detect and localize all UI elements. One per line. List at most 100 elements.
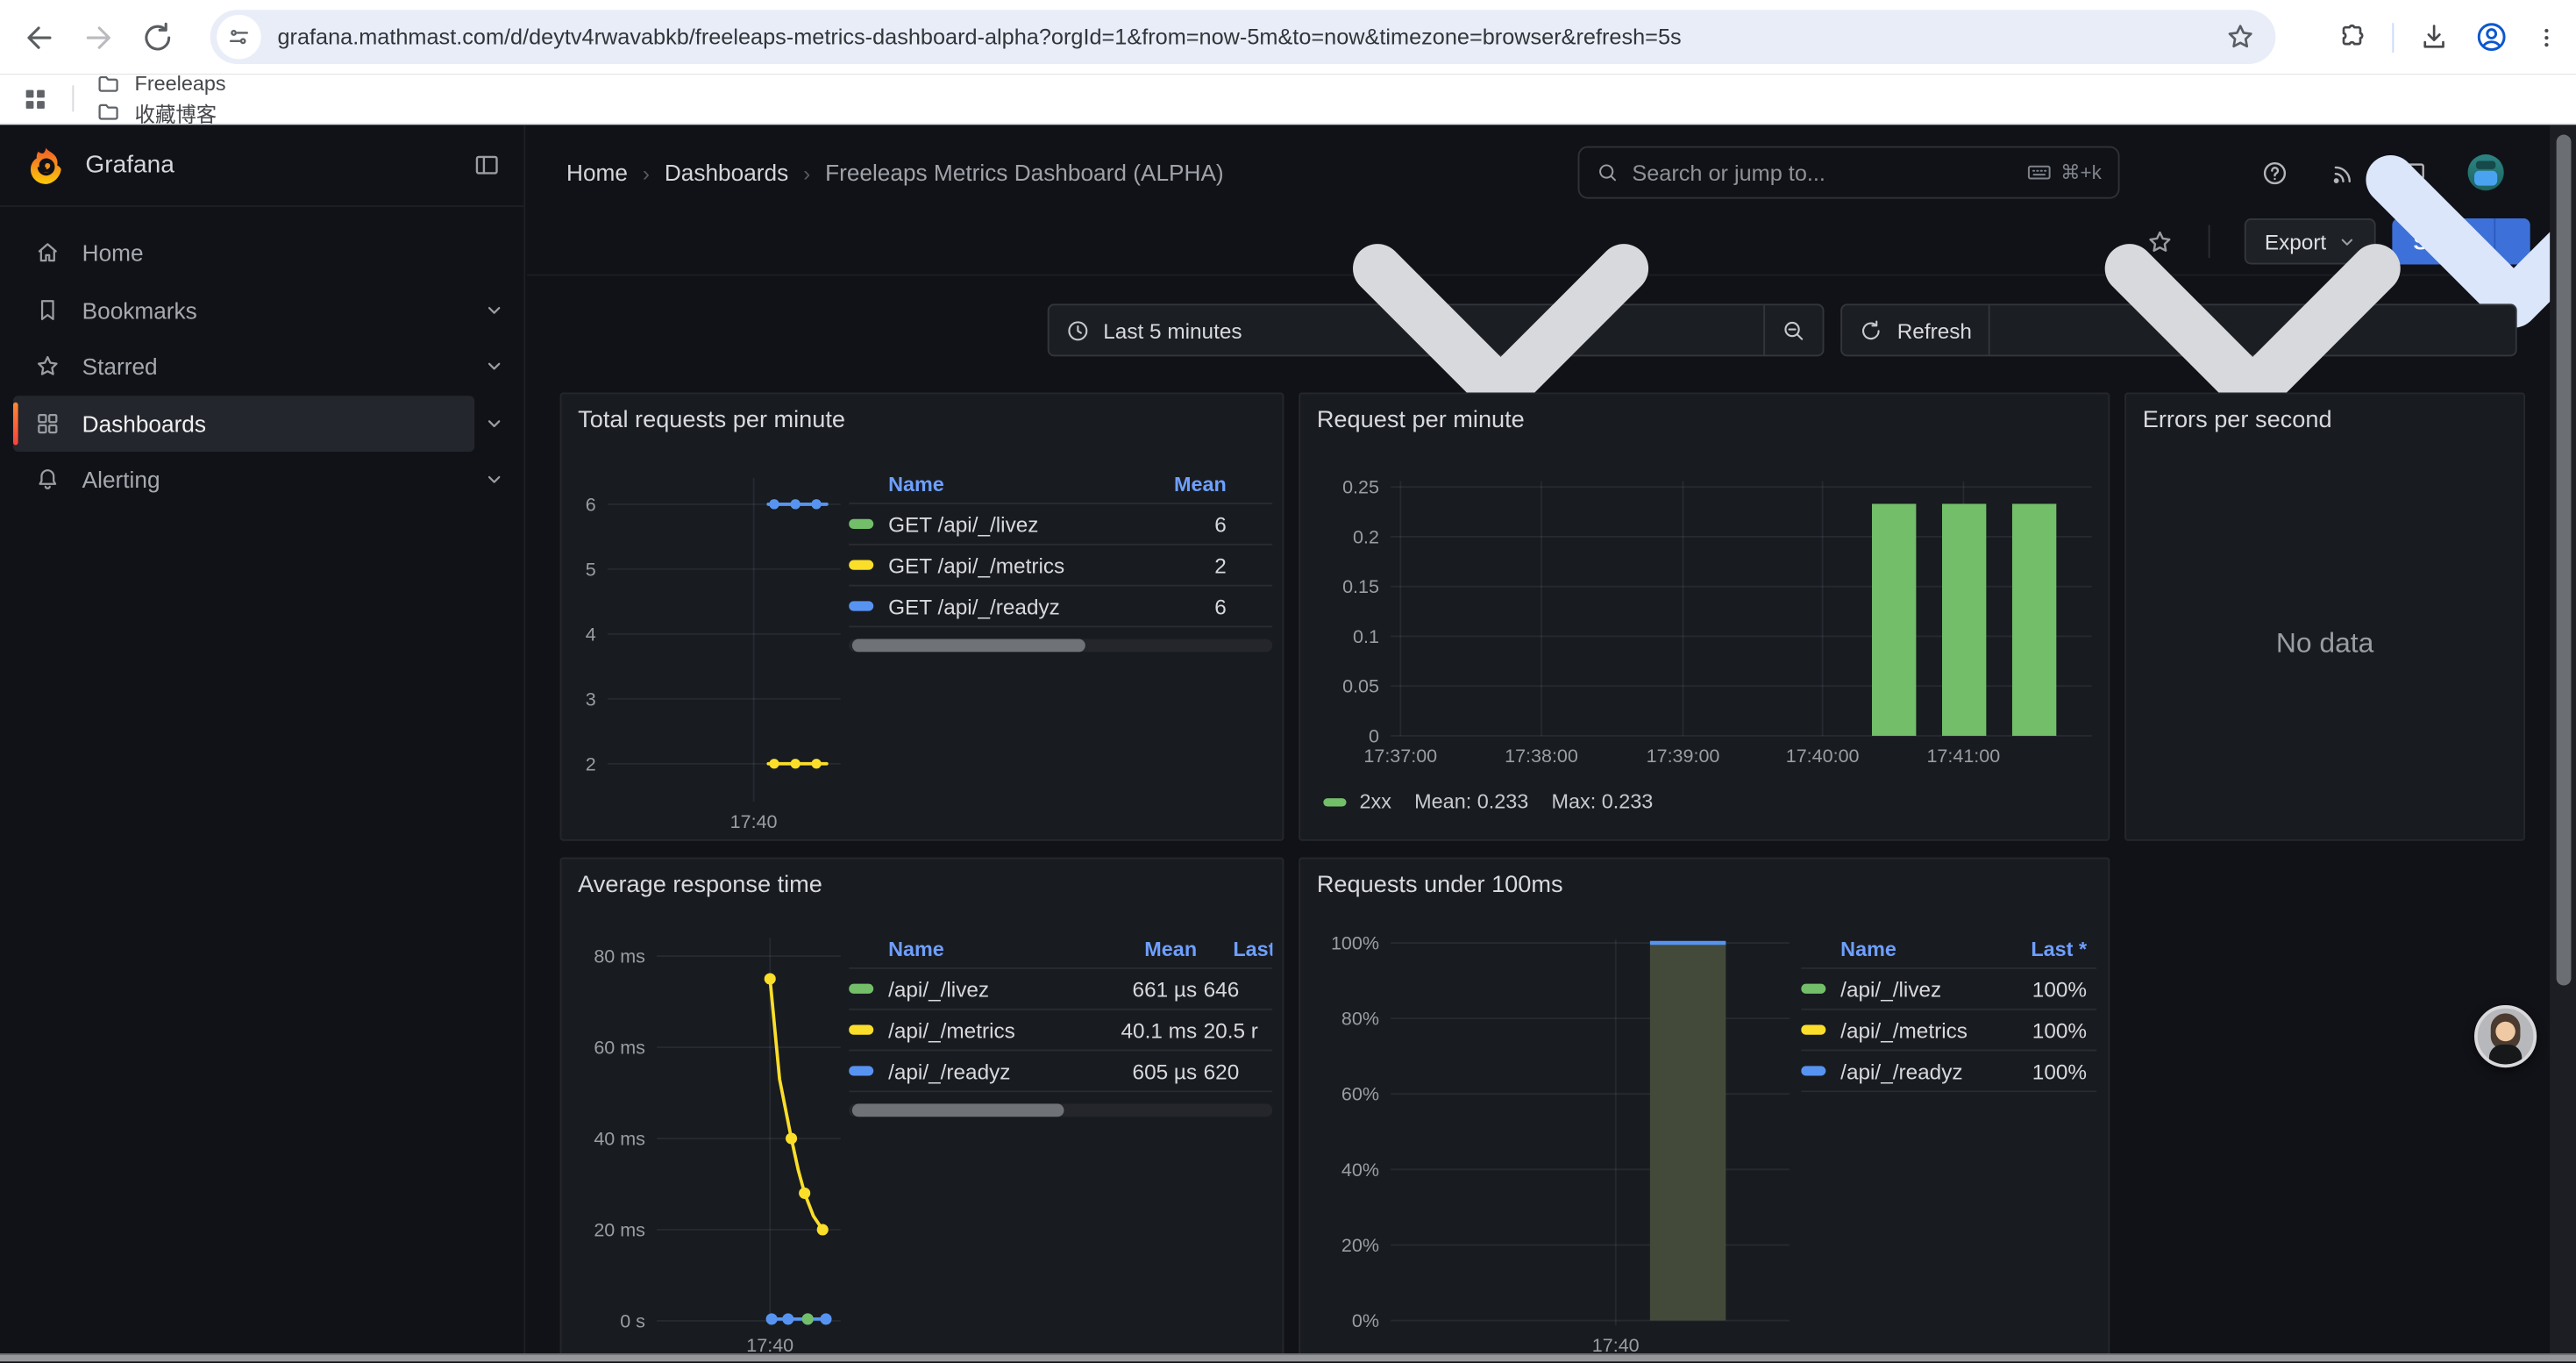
column-header[interactable]: Mean xyxy=(1102,938,1198,960)
page-scrollbar-thumb[interactable] xyxy=(2557,135,2572,986)
browser-toolbar: grafana.mathmast.com/d/deytv4rwavabkb/fr… xyxy=(0,0,2576,74)
url-text[interactable]: grafana.mathmast.com/d/deytv4rwavabkb/fr… xyxy=(277,25,2211,49)
bookmark-label: 收藏博客 xyxy=(135,96,217,128)
table-hscrollbar-thumb[interactable] xyxy=(852,639,1085,652)
table-row[interactable]: /api/_/metrics40.1 ms20.5 r xyxy=(849,1010,1272,1052)
table-row[interactable]: /api/_/livez661 µs646 xyxy=(849,969,1272,1010)
back-icon[interactable] xyxy=(21,19,57,55)
apps-grid-icon[interactable] xyxy=(21,84,49,112)
series-value: 100% xyxy=(2004,1017,2087,1042)
timeseries-chart[interactable]: 17:4065432 xyxy=(574,460,843,838)
table-row[interactable]: /api/_/metrics100% xyxy=(1801,1010,2096,1052)
sidebar-item-dashboards[interactable]: Dashboards xyxy=(0,395,523,452)
series-color-pill xyxy=(849,601,873,610)
breadcrumb-item: Freeleaps Metrics Dashboard (ALPHA) xyxy=(825,160,1224,186)
toolbar-divider xyxy=(2392,22,2394,52)
bell-icon xyxy=(34,467,60,493)
table-row[interactable]: GET /api/_/livez6 xyxy=(849,504,1272,546)
bar-chart[interactable]: 17:37:0017:38:0017:39:0017:40:0017:41:00… xyxy=(1313,460,2098,778)
series-name[interactable]: /api/_/metrics xyxy=(1840,1017,2004,1042)
table-row[interactable]: /api/_/readyz605 µs620 xyxy=(849,1051,1272,1092)
svg-text:17:39:00: 17:39:00 xyxy=(1647,746,1720,767)
share-menu-button[interactable] xyxy=(2494,218,2530,264)
sidebar: Grafana HomeBookmarksStarredDashboardsAl… xyxy=(0,125,525,1353)
chevron-down-icon xyxy=(484,470,503,489)
series-value: 2 xyxy=(1135,553,1227,577)
series-name[interactable]: GET /api/_/livez xyxy=(888,511,1135,536)
series-name[interactable]: /api/_/readyz xyxy=(1840,1059,2004,1083)
legend-table: NameMeanGET /api/_/livez6GET /api/_/metr… xyxy=(849,467,1272,653)
sidebar-item-home[interactable]: Home xyxy=(0,225,523,282)
sidebar-item-bookmarks[interactable]: Bookmarks xyxy=(0,282,523,339)
series-name[interactable]: /api/_/livez xyxy=(1840,976,2004,1001)
grafana-logo-icon[interactable] xyxy=(25,144,68,187)
column-header-name[interactable]: Name xyxy=(1840,938,2004,960)
sidebar-item-label: Bookmarks xyxy=(82,296,197,323)
tune-icon xyxy=(226,25,251,49)
svg-text:17:41:00: 17:41:00 xyxy=(1926,746,2000,767)
bookmarks-divider xyxy=(72,85,74,111)
forward-icon[interactable] xyxy=(81,19,117,55)
series-value: 620 xyxy=(1197,1059,1272,1083)
extensions-icon[interactable] xyxy=(2337,21,2368,53)
series-name[interactable]: /api/_/readyz xyxy=(888,1059,1101,1083)
address-bar[interactable]: grafana.mathmast.com/d/deytv4rwavabkb/fr… xyxy=(210,10,2276,64)
panel-title[interactable]: Request per minute xyxy=(1317,407,1525,433)
folder-icon xyxy=(96,70,122,96)
column-header[interactable]: Mean xyxy=(1135,473,1227,496)
bookmark-folder[interactable]: Freeleaps xyxy=(96,70,226,96)
series-name[interactable]: /api/_/metrics xyxy=(888,1017,1101,1042)
site-info-button[interactable] xyxy=(217,15,261,60)
chart-legend[interactable]: 2xx Mean: 0.233 Max: 0.233 xyxy=(1323,790,1653,813)
sidebar-item-alerting[interactable]: Alerting xyxy=(0,452,523,509)
series-value: 6 xyxy=(1135,594,1227,618)
zoom-out-button[interactable] xyxy=(1764,305,1823,354)
reload-icon[interactable] xyxy=(139,19,175,55)
bookmark-folder[interactable]: 收藏博客 xyxy=(96,96,226,128)
table-row[interactable]: /api/_/readyz100% xyxy=(1801,1051,2096,1092)
chevron-down-icon xyxy=(484,413,503,432)
column-header[interactable]: Last * xyxy=(1197,938,1272,960)
bar-chart[interactable]: 17:40100%80%60%40%20%0% xyxy=(1313,924,1793,1353)
svg-text:3: 3 xyxy=(586,689,596,710)
time-range-group: Last 5 minutes xyxy=(1048,303,1825,356)
series-name[interactable]: /api/_/livez xyxy=(888,976,1101,1001)
panel-title[interactable]: Requests under 100ms xyxy=(1317,872,1563,898)
table-row[interactable]: GET /api/_/readyz6 xyxy=(849,587,1272,628)
time-range-picker[interactable]: Last 5 minutes xyxy=(1049,305,1764,354)
column-header-name[interactable]: Name xyxy=(888,938,1101,960)
table-hscrollbar[interactable] xyxy=(849,639,1272,652)
svg-text:80%: 80% xyxy=(1341,1009,1379,1030)
profile-icon[interactable] xyxy=(2474,19,2508,54)
breadcrumb-item[interactable]: Home xyxy=(566,160,628,186)
sidebar-item-starred[interactable]: Starred xyxy=(0,339,523,396)
series-name[interactable]: GET /api/_/readyz xyxy=(888,594,1135,618)
bookmark-star-icon[interactable] xyxy=(2224,21,2256,53)
series-name[interactable]: GET /api/_/metrics xyxy=(888,553,1135,577)
column-header[interactable]: Last * xyxy=(2004,938,2087,960)
assistant-avatar-overlay[interactable] xyxy=(2474,1005,2537,1067)
collapse-sidebar-icon[interactable] xyxy=(473,151,501,179)
table-row[interactable]: GET /api/_/metrics2 xyxy=(849,546,1272,587)
table-hscrollbar[interactable] xyxy=(849,1103,1272,1117)
svg-text:17:37:00: 17:37:00 xyxy=(1363,746,1437,767)
refresh-interval-button[interactable] xyxy=(1989,305,2516,354)
panel-title[interactable]: Average response time xyxy=(578,872,822,898)
refresh-button[interactable]: Refresh xyxy=(1843,305,1989,354)
table-hscrollbar-thumb[interactable] xyxy=(852,1103,1064,1117)
chevron-down-icon xyxy=(484,300,503,319)
series-value: 6 xyxy=(1135,511,1227,536)
panel-title[interactable]: Total requests per minute xyxy=(578,407,845,433)
table-row[interactable]: /api/_/livez100% xyxy=(1801,969,2096,1010)
series-value: 40.1 ms xyxy=(1102,1017,1198,1042)
home-icon xyxy=(34,240,60,267)
series-value: 661 µs xyxy=(1102,976,1198,1001)
panel-title[interactable]: Errors per second xyxy=(2143,407,2332,433)
breadcrumb-item[interactable]: Dashboards xyxy=(665,160,788,186)
timeseries-chart[interactable]: 17:4080 ms60 ms40 ms20 ms0 s xyxy=(574,924,843,1353)
sidebar-item-label: Home xyxy=(82,240,144,267)
series-color-pill xyxy=(849,1025,873,1035)
column-header-name[interactable]: Name xyxy=(888,473,1135,496)
downloads-icon[interactable] xyxy=(2418,21,2450,53)
browser-menu-icon[interactable] xyxy=(2533,24,2559,50)
